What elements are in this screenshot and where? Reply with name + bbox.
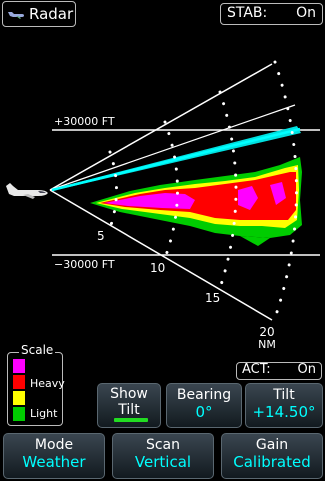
act-value: On: [297, 362, 316, 377]
scan-button[interactable]: Scan Vertical: [112, 433, 214, 479]
scale-swatch-light: [13, 407, 25, 421]
mode-label: Mode: [34, 437, 74, 453]
stab-label: STAB:: [227, 5, 268, 21]
tilt-button[interactable]: Tilt +14.50°: [245, 383, 323, 428]
scale-swatch-moderate: [13, 391, 25, 405]
intensity-scale: Scale Heavy Light: [7, 343, 65, 426]
bearing-label: Bearing: [176, 387, 232, 403]
show-tilt-button[interactable]: Show Tilt: [97, 383, 161, 428]
range-label-20: 20: [259, 325, 274, 339]
mode-button[interactable]: Mode Weather: [3, 433, 105, 479]
bearing-value: 0°: [195, 403, 213, 421]
gain-value: Calibrated: [233, 453, 311, 471]
scan-label: Scan: [145, 437, 181, 453]
act-status: ACT: On: [236, 362, 322, 380]
act-label: ACT:: [242, 362, 271, 377]
scale-swatch-extreme: [13, 359, 25, 373]
radar-page-tab[interactable]: Radar: [2, 1, 76, 27]
range-ring-5: [108, 150, 118, 230]
scan-value: Vertical: [134, 453, 192, 471]
radar-aircraft-icon: [8, 12, 24, 19]
range-label-15: 15: [205, 291, 220, 305]
scale-title: Scale: [19, 343, 56, 357]
tilt-value: +14.50°: [252, 403, 316, 421]
gain-button[interactable]: Gain Calibrated: [221, 433, 323, 479]
stab-status: STAB: On: [220, 3, 323, 25]
scale-label-light: Light: [30, 407, 58, 420]
altitude-label-lower: −30000 FT: [54, 258, 115, 271]
show-tilt-line1: Show: [110, 386, 148, 402]
range-label-5: 5: [97, 229, 105, 243]
scale-label-heavy: Heavy: [30, 377, 65, 390]
scale-swatch-heavy: [13, 375, 25, 389]
range-label-10: 10: [150, 261, 165, 275]
show-tilt-line2: Tilt: [118, 402, 140, 418]
range-unit-label: NM: [258, 338, 276, 351]
altitude-label-upper: +30000 FT: [54, 115, 115, 128]
mode-value: Weather: [22, 453, 86, 471]
radar-title: Radar: [29, 5, 74, 23]
stab-value: On: [296, 5, 316, 21]
bearing-button[interactable]: Bearing 0°: [166, 383, 242, 428]
show-tilt-active-indicator: [114, 418, 148, 422]
aircraft-icon: [6, 183, 48, 199]
gain-label: Gain: [255, 437, 289, 453]
tilt-label: Tilt: [273, 387, 295, 403]
